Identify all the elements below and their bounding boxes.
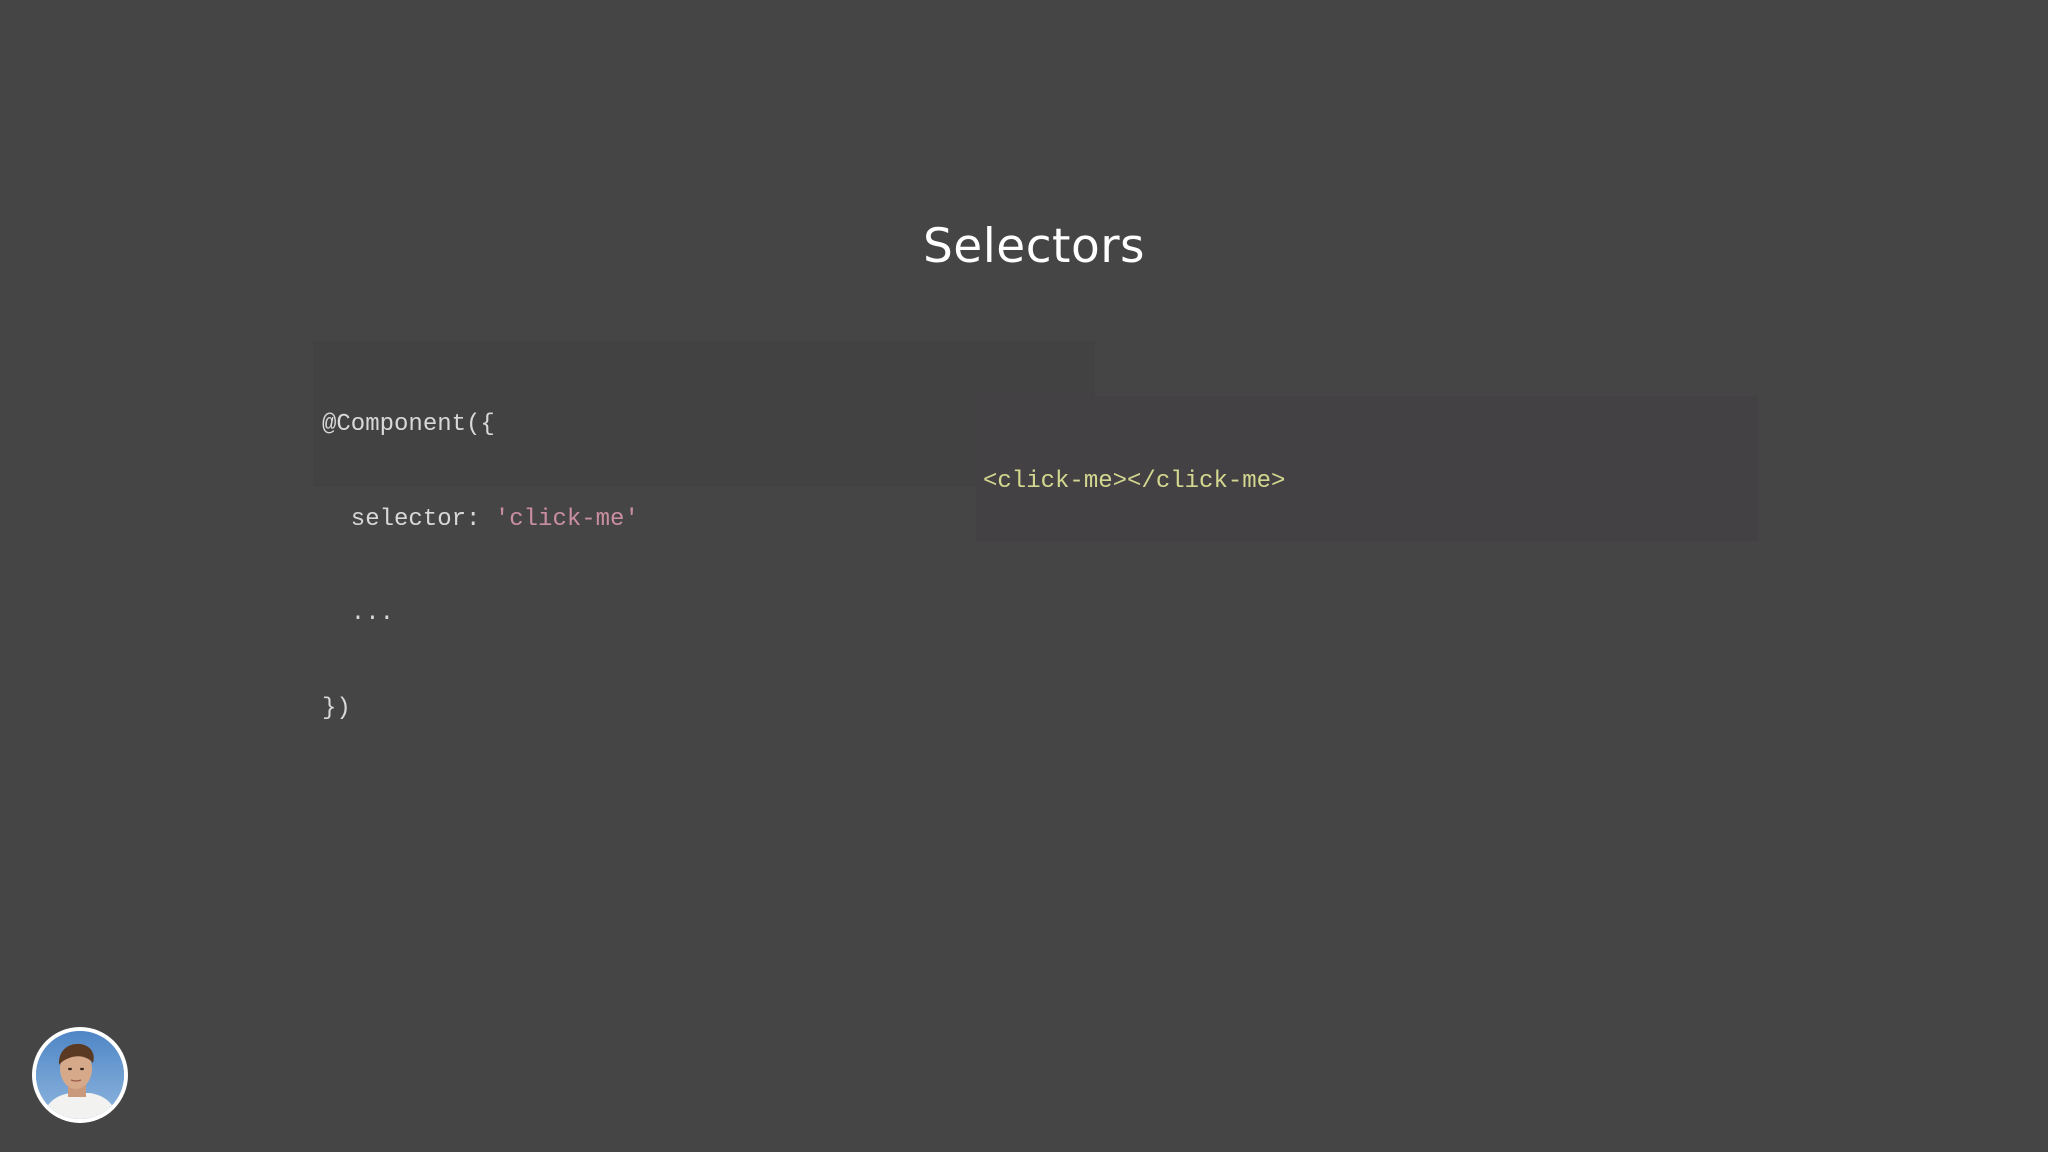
code-string: 'click-me' [494,505,639,533]
code-line: <click-me></click-me> [983,466,1758,498]
code-text: }) [322,694,351,722]
slide: Selectors @Component({ selector: 'click-… [0,0,2048,1152]
code-line: ... [322,598,1095,630]
presenter-avatar [32,1027,128,1123]
open-tag: <click-me> [983,468,1128,495]
code-line: }) [322,693,1095,725]
code-text: selector: [322,505,495,533]
avatar-portrait-icon [36,1031,124,1119]
slide-title: Selectors [922,219,1146,275]
code-text: @Component({ [322,411,495,438]
html-usage-code-block: <click-me></click-me> [976,396,1758,541]
close-tag: </click-me> [1127,468,1286,495]
code-text: ... [322,600,395,627]
